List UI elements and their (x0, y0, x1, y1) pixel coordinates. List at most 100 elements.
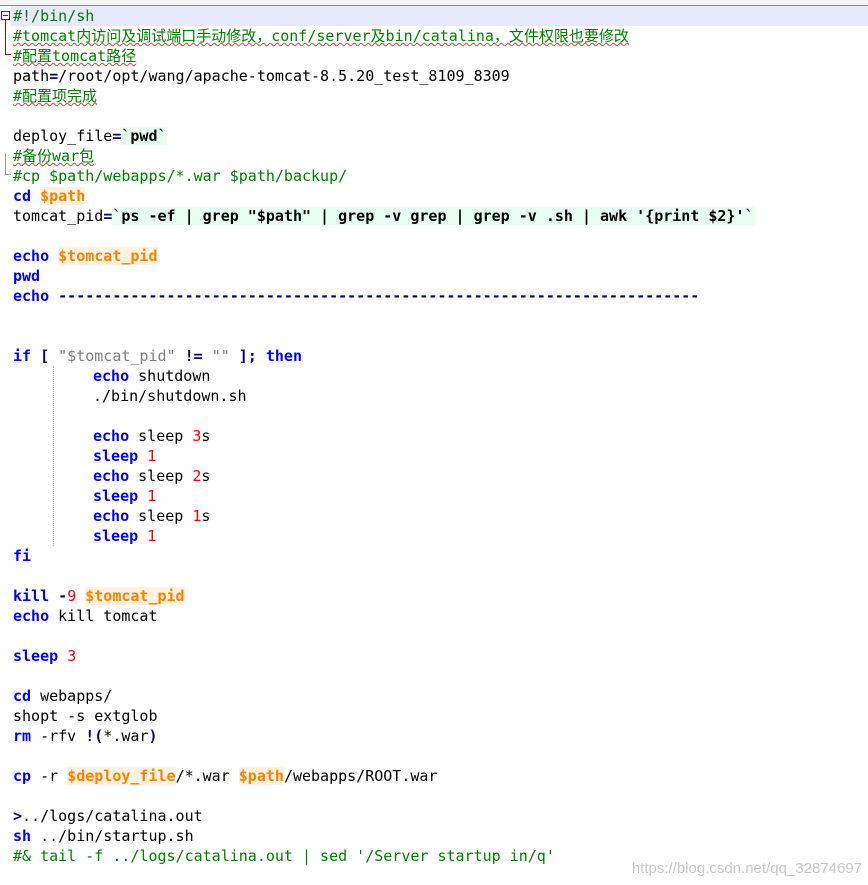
comment: #备份war包 (13, 147, 95, 165)
bracket: [ (40, 347, 50, 365)
argument: s (201, 507, 211, 525)
argument: -rfv (40, 727, 77, 745)
code-line-26[interactable]: echo sleep 1s (93, 506, 210, 526)
code-line-42[interactable]: sh ../bin/startup.sh (13, 826, 194, 846)
keyword: then (265, 347, 302, 365)
code-line-27[interactable]: sleep 1 (93, 526, 156, 546)
code-line-9[interactable]: #cp $path/webapps/*.war $path/backup/ (13, 166, 347, 186)
code-line-2[interactable]: #tomcat内访问及调试端口手动修改，conf/server及bin/cata… (13, 26, 629, 46)
code-line-25[interactable]: sleep 1 (93, 486, 156, 506)
keyword: pwd (13, 267, 41, 285)
code-line-37[interactable]: rm -rfv !(*.war) (13, 726, 158, 746)
code-line-14[interactable]: pwd (13, 266, 40, 286)
argument: shutdown (138, 367, 211, 385)
keyword: echo (93, 507, 130, 525)
fold-end-marker (5, 54, 11, 55)
variable-ref: $tomcat_pid (85, 587, 185, 605)
backtick-command: `ps -ef | grep "$path" | grep -v grep | … (112, 207, 754, 225)
code-line-19[interactable]: echo shutdown (93, 366, 210, 386)
argument: sleep (138, 467, 184, 485)
code-line-8[interactable]: #备份war包 (13, 146, 94, 166)
operator: > (13, 807, 23, 825)
string: "" (211, 347, 230, 365)
operator: != (184, 347, 203, 365)
code-line-10[interactable]: cd $path (13, 186, 86, 206)
code-line-3[interactable]: #配置tomcat路径 (13, 46, 136, 66)
command: shopt -s extglob (13, 707, 158, 725)
code-line-13[interactable]: echo $tomcat_pid (13, 246, 158, 266)
command: ./bin/shutdown.sh (93, 387, 247, 405)
argument: /*.war (175, 767, 230, 785)
variable-ref: $tomcat_pid (58, 247, 158, 265)
argument: /webapps/ROOT.war (283, 767, 438, 785)
keyword: cd (13, 187, 32, 205)
keyword: sh (13, 827, 32, 845)
code-line-28[interactable]: fi (13, 546, 31, 566)
keyword: sleep (93, 447, 139, 465)
argument: s (201, 427, 211, 445)
code-line-11[interactable]: tomcat_pid=`ps -ef | grep "$path" | grep… (13, 206, 754, 226)
keyword: sleep (13, 647, 59, 665)
argument: -r (40, 767, 59, 785)
keyword: fi (13, 547, 32, 565)
code-line-22[interactable]: echo sleep 3s (93, 426, 210, 446)
code-line-24[interactable]: echo sleep 2s (93, 466, 210, 486)
code-line-43[interactable]: #& tail -f ../logs/catalina.out | sed '/… (13, 846, 555, 866)
keyword: cp (13, 767, 32, 785)
variable-ref: $deploy_file (67, 767, 176, 785)
comment: #配置tomcat路径 (13, 47, 137, 65)
keyword: echo (13, 247, 50, 265)
fold-toggle-icon[interactable] (1, 11, 10, 20)
code-line-23[interactable]: sleep 1 (93, 446, 156, 466)
keyword: rm (13, 727, 32, 745)
fold-line (5, 20, 6, 54)
keyword: sleep (93, 487, 139, 505)
argument: sleep (138, 507, 184, 525)
code-line-36[interactable]: shopt -s extglob (13, 706, 158, 726)
code-line-18[interactable]: if [ "$tomcat_pid" != "" ]; then (13, 346, 302, 366)
code-line-1[interactable]: #!/bin/sh (11, 6, 868, 26)
code-line-7[interactable]: deploy_file=`pwd` (13, 126, 167, 146)
number: 1 (147, 487, 157, 505)
variable-name: deploy_file (13, 127, 113, 145)
keyword: echo (13, 287, 50, 305)
operator: !( (85, 727, 104, 745)
code-editor[interactable]: #!/bin/sh #tomcat内访问及调试端口手动修改，conf/serve… (0, 0, 868, 885)
code-line-15[interactable]: echo -----------------------------------… (13, 286, 699, 306)
backtick-command: `pwd` (121, 127, 167, 145)
code-line-5[interactable]: #配置项完成 (13, 86, 97, 106)
operator: - (58, 587, 68, 605)
path-value: /root/opt/wang/apache-tomcat-8.5.20_test… (58, 67, 510, 85)
keyword: echo (93, 467, 130, 485)
comment: #& tail -f ../logs/catalina.out | sed '/… (13, 847, 555, 865)
variable-name: tomcat_pid (13, 207, 104, 225)
code-line-20[interactable]: ./bin/shutdown.sh (93, 386, 247, 406)
argument: kill tomcat (58, 607, 158, 625)
variable-name: path (13, 67, 50, 85)
code-line-41[interactable]: >../logs/catalina.out (13, 806, 203, 826)
argument: *.war (103, 727, 149, 745)
argument: sleep (138, 427, 184, 445)
argument: ../logs/catalina.out (22, 807, 203, 825)
keyword: sleep (93, 527, 139, 545)
string: "$tomcat_pid" (58, 347, 176, 365)
comment: #cp $path/webapps/*.war $path/backup/ (13, 167, 348, 185)
fold-line (5, 154, 6, 174)
keyword: kill (13, 587, 50, 605)
code-line-35[interactable]: cd webapps/ (13, 686, 112, 706)
code-line-30[interactable]: kill -9 $tomcat_pid (13, 586, 185, 606)
bracket: ]; (238, 347, 257, 365)
code-line-4[interactable]: path=/root/opt/wang/apache-tomcat-8.5.20… (13, 66, 510, 86)
variable-ref: $path (238, 767, 284, 785)
comment: #tomcat内访问及调试端口手动修改，conf/server及bin/cata… (13, 27, 629, 45)
code-line-31[interactable]: echo kill tomcat (13, 606, 158, 626)
keyword: cd (13, 687, 32, 705)
code-line-33[interactable]: sleep 3 (13, 646, 76, 666)
code-line-39[interactable]: cp -r $deploy_file/*.war $path/webapps/R… (13, 766, 437, 786)
indent-guide (53, 366, 54, 546)
operator: = (49, 67, 59, 85)
argument: ../bin/startup.sh (40, 827, 194, 845)
operator: ) (148, 727, 158, 745)
number: 3 (67, 647, 77, 665)
comment: #配置项完成 (13, 87, 98, 105)
